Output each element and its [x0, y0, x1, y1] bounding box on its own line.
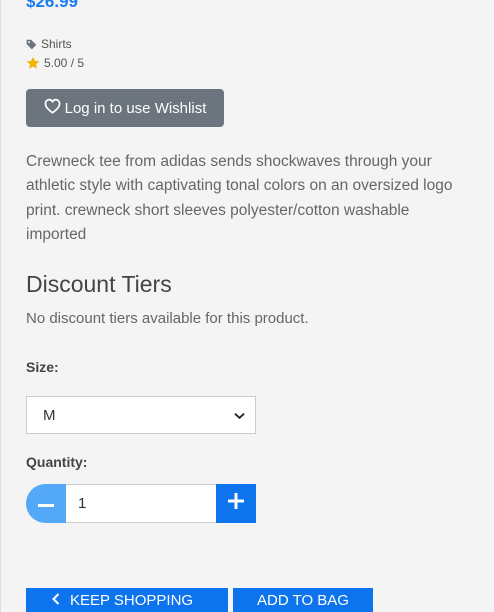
increase-quantity-button[interactable]	[216, 484, 256, 523]
tag-icon	[26, 39, 37, 50]
add-to-bag-label: ADD TO BAG	[257, 591, 349, 609]
wishlist-button[interactable]: Log in to use Wishlist	[26, 89, 224, 127]
quantity-input[interactable]: 1	[66, 484, 216, 523]
heart-icon	[44, 98, 61, 118]
plus-icon	[228, 493, 244, 514]
minus-icon	[38, 495, 54, 513]
add-to-bag-button[interactable]: ADD TO BAG	[233, 588, 373, 612]
product-detail-page: $26.99 Shirts 5.00 / 5 Log in to use Wis…	[0, 0, 494, 612]
keep-shopping-label: KEEP SHOPPING	[70, 591, 194, 609]
quantity-stepper: 1	[26, 484, 256, 523]
category-label: Shirts	[41, 37, 72, 51]
decrease-quantity-button[interactable]	[26, 484, 66, 523]
size-select[interactable]: M	[26, 396, 256, 434]
product-rating: 5.00 / 5	[26, 56, 84, 70]
star-icon	[26, 56, 40, 70]
size-label: Size:	[26, 359, 59, 375]
size-selected-value: M	[43, 406, 56, 424]
rating-value: 5.00 / 5	[44, 56, 85, 70]
wishlist-button-label: Log in to use Wishlist	[64, 99, 207, 117]
discount-tiers-note: No discount tiers available for this pro…	[26, 310, 309, 327]
product-category: Shirts	[26, 37, 72, 51]
product-description: Crewneck tee from adidas sends shockwave…	[26, 153, 453, 243]
chevron-down-icon	[234, 407, 245, 424]
quantity-label: Quantity:	[26, 454, 88, 470]
keep-shopping-button[interactable]: KEEP SHOPPING	[26, 588, 228, 612]
product-price: $26.99	[26, 0, 78, 11]
chevron-left-icon	[52, 592, 60, 612]
discount-tiers-title: Discount Tiers	[26, 271, 172, 297]
